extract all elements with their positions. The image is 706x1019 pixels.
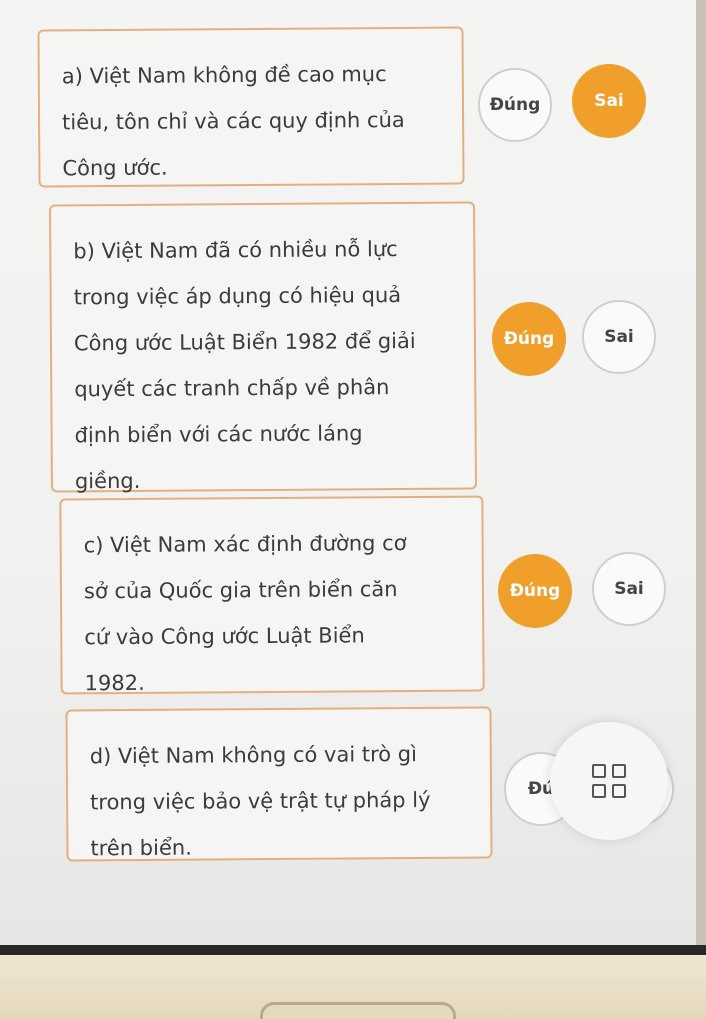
question-card-a: a) Việt Nam không đề cao mục tiêu, tôn c… xyxy=(37,26,465,188)
question-text-b: b) Việt Nam đã có nhiều nỗ lực trong việ… xyxy=(73,237,416,494)
false-label-c: Sai xyxy=(614,579,644,599)
home-button[interactable] xyxy=(260,1002,456,1019)
question-text-a: a) Việt Nam không đề cao mục tiêu, tôn c… xyxy=(61,62,405,181)
question-card-b: b) Việt Nam đã có nhiều nỗ lực trong việ… xyxy=(48,201,478,493)
grid-icon xyxy=(592,764,626,798)
false-label-b: Sai xyxy=(604,327,634,347)
true-label-a: Đúng xyxy=(489,95,541,115)
screen-bezel xyxy=(0,945,706,955)
true-label-c: Đúng xyxy=(509,581,561,601)
true-button-c[interactable]: Đúng xyxy=(498,554,572,628)
true-button-b[interactable]: Đúng xyxy=(492,302,566,376)
device-frame-right xyxy=(696,0,706,950)
floating-menu-button[interactable] xyxy=(550,722,668,840)
question-card-c: c) Việt Nam xác định đường cơ sở của Quố… xyxy=(59,495,485,695)
false-button-a[interactable]: Sai xyxy=(572,64,646,138)
true-button-a[interactable]: Đúng xyxy=(478,68,552,142)
false-button-b[interactable]: Sai xyxy=(582,300,656,374)
question-text-d: d) Việt Nam không có vai trò gì trong vi… xyxy=(89,742,431,861)
false-button-c[interactable]: Sai xyxy=(592,552,666,626)
false-label-a: Sai xyxy=(594,91,624,111)
screen: a) Việt Nam không đề cao mục tiêu, tôn c… xyxy=(0,0,696,945)
question-text-c: c) Việt Nam xác định đường cơ sở của Quố… xyxy=(83,531,407,696)
true-label-b: Đúng xyxy=(503,329,555,349)
question-card-d: d) Việt Nam không có vai trò gì trong vi… xyxy=(65,706,493,862)
